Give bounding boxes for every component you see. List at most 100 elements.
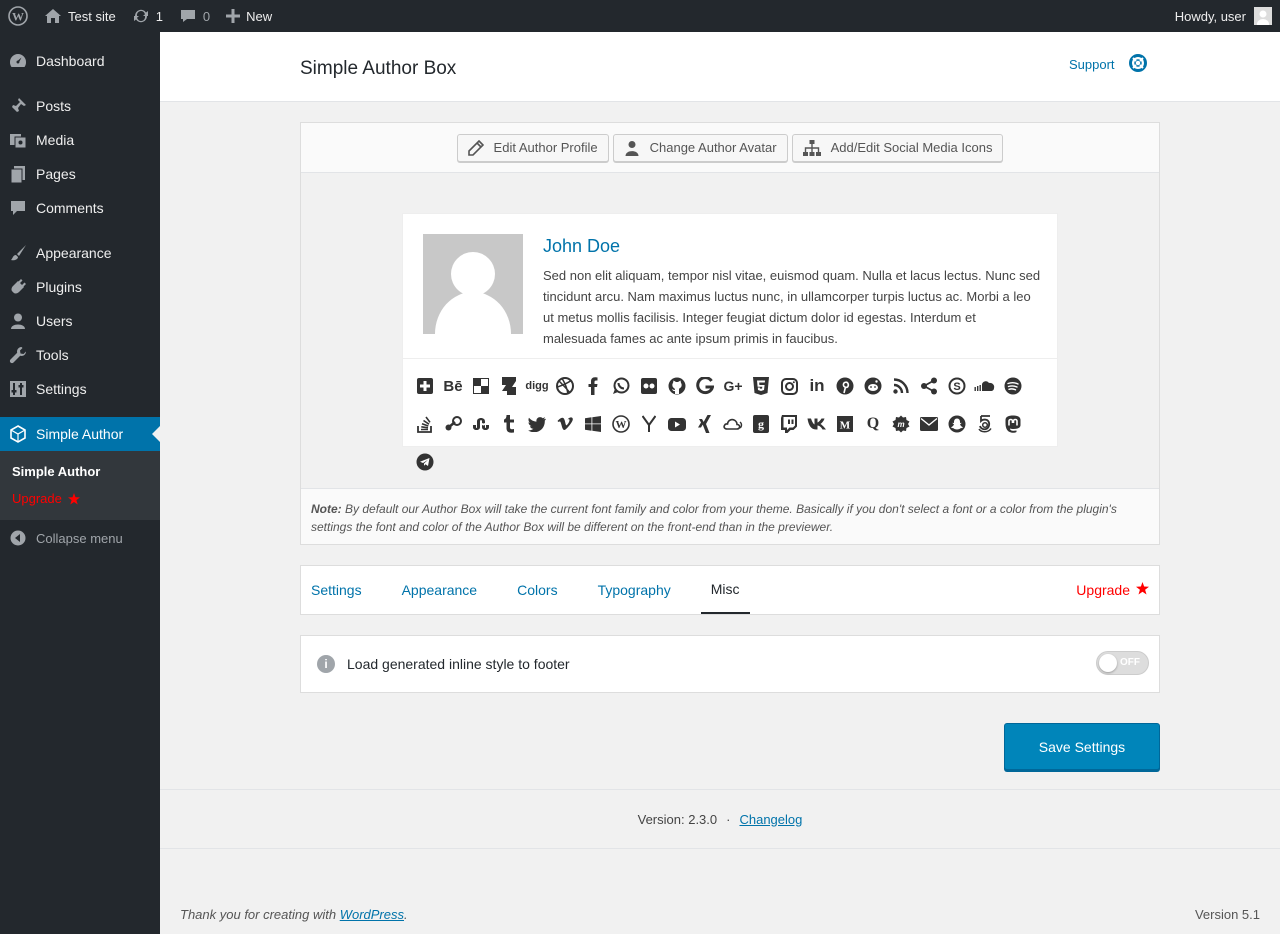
sidebar-item-tools[interactable]: Tools: [0, 338, 160, 372]
sidebar-item-media[interactable]: Media: [0, 123, 160, 157]
sidebar-item-posts[interactable]: Posts: [0, 89, 160, 123]
collapse-menu-button[interactable]: Collapse menu: [0, 521, 160, 555]
google-plus-icon[interactable]: G+: [719, 367, 747, 405]
twitch-icon[interactable]: [775, 405, 803, 443]
comments-count: 0: [202, 8, 211, 24]
sidebar-item-dashboard[interactable]: Dashboard: [0, 44, 160, 78]
wordpress-logo-icon[interactable]: W: [0, 0, 36, 32]
support-link[interactable]: Support: [1069, 54, 1147, 75]
preview-toolbar: Edit Author Profile Change Author Avatar…: [301, 123, 1159, 173]
sidebar-item-appearance[interactable]: Appearance: [0, 236, 160, 270]
sidebar-label: Media: [36, 132, 75, 148]
tab-upgrade[interactable]: Upgrade: [1076, 566, 1159, 614]
windows-icon[interactable]: [579, 405, 607, 443]
sidebar-item-users[interactable]: Users: [0, 304, 160, 338]
pinterest-icon[interactable]: [831, 367, 859, 405]
comments-link[interactable]: 0: [171, 0, 218, 32]
share-icon[interactable]: [915, 367, 943, 405]
instagram-icon[interactable]: [775, 367, 803, 405]
sidebar-item-pages[interactable]: Pages: [0, 157, 160, 191]
add-icon[interactable]: [411, 367, 439, 405]
tab-appearance[interactable]: Appearance: [392, 566, 488, 614]
updates-link[interactable]: 1: [124, 0, 171, 32]
rss-icon[interactable]: [887, 367, 915, 405]
soundcloud-icon[interactable]: [971, 367, 999, 405]
tab-colors[interactable]: Colors: [507, 566, 567, 614]
svg-text:W: W: [12, 10, 24, 24]
twitter-icon[interactable]: [523, 405, 551, 443]
meetup-icon[interactable]: m: [887, 405, 915, 443]
tab-misc[interactable]: Misc: [700, 566, 750, 614]
stumbleupon-icon[interactable]: [467, 405, 495, 443]
steam-icon[interactable]: [439, 405, 467, 443]
flickr-icon[interactable]: [635, 367, 663, 405]
save-settings-button[interactable]: Save Settings: [1004, 723, 1160, 770]
tumblr-icon[interactable]: [495, 405, 523, 443]
spotify-icon[interactable]: [999, 367, 1027, 405]
whatsapp-icon[interactable]: [607, 367, 635, 405]
add-edit-social-icons-button[interactable]: Add/Edit Social Media Icons: [791, 133, 1004, 162]
html5-icon[interactable]: [747, 367, 775, 405]
mastodon-icon[interactable]: [999, 405, 1027, 443]
delicious-icon[interactable]: [467, 367, 495, 405]
changelog-link[interactable]: Changelog: [739, 812, 802, 827]
vk-icon[interactable]: [803, 405, 831, 443]
sidebar-label: Settings: [36, 381, 87, 397]
new-content-link[interactable]: New: [218, 0, 280, 32]
facebook-icon[interactable]: [579, 367, 607, 405]
inline-style-footer-label: Load generated inline style to footer: [347, 656, 570, 672]
submenu-item-upgrade[interactable]: Upgrade: [0, 485, 160, 512]
stackoverflow-icon[interactable]: [411, 405, 439, 443]
sidebar-item-settings[interactable]: Settings: [0, 372, 160, 406]
site-name-link[interactable]: Test site: [36, 0, 124, 32]
medium-icon[interactable]: M: [831, 405, 859, 443]
settings-tabs: Settings Appearance Colors Typography Mi…: [300, 565, 1160, 615]
brush-icon: [8, 243, 28, 263]
mixcloud-icon[interactable]: [719, 405, 747, 443]
linkedin-icon[interactable]: in: [803, 367, 831, 405]
xing-icon[interactable]: [691, 405, 719, 443]
note-text: By default our Author Box will take the …: [311, 502, 1117, 534]
skype-icon[interactable]: S: [943, 367, 971, 405]
google-icon[interactable]: [691, 367, 719, 405]
sidebar-item-simple-author[interactable]: Simple Author: [0, 417, 160, 451]
wp-version: Version 5.1: [1194, 907, 1260, 922]
quora-icon[interactable]: Q: [859, 405, 887, 443]
admin-sidebar: Dashboard Posts Media Pages Comments App…: [0, 32, 160, 934]
snapchat-icon[interactable]: [943, 405, 971, 443]
email-icon[interactable]: [915, 405, 943, 443]
user-avatar-icon: [1254, 7, 1272, 25]
author-name-link[interactable]: John Doe: [543, 236, 620, 257]
deviantart-icon[interactable]: [495, 367, 523, 405]
lifebuoy-icon: [1128, 54, 1147, 75]
change-author-avatar-button[interactable]: Change Author Avatar: [612, 133, 788, 162]
my-account[interactable]: Howdy, user: [1175, 7, 1280, 25]
github-icon[interactable]: [663, 367, 691, 405]
submenu-item-simple-author[interactable]: Simple Author: [0, 458, 160, 485]
dashboard-icon: [8, 51, 28, 71]
tab-settings[interactable]: Settings: [301, 566, 372, 614]
sidebar-item-plugins[interactable]: Plugins: [0, 270, 160, 304]
updates-count: 1: [155, 8, 163, 24]
goodreads-icon[interactable]: g: [747, 405, 775, 443]
edit-author-profile-button[interactable]: Edit Author Profile: [456, 133, 609, 162]
wordpress-icon[interactable]: W: [607, 405, 635, 443]
behance-icon[interactable]: Bē: [439, 367, 467, 405]
youtube-icon[interactable]: [663, 405, 691, 443]
info-icon[interactable]: i: [317, 655, 335, 673]
reddit-icon[interactable]: [859, 367, 887, 405]
tab-typography[interactable]: Typography: [588, 566, 681, 614]
dribbble-icon[interactable]: [551, 367, 579, 405]
yahoo-icon[interactable]: [635, 405, 663, 443]
500px-icon[interactable]: [971, 405, 999, 443]
simple-author-submenu: Simple Author Upgrade: [0, 451, 160, 520]
telegram-icon[interactable]: [411, 443, 439, 481]
sitemap-icon: [802, 139, 821, 156]
inline-style-footer-toggle[interactable]: OFF: [1096, 651, 1149, 675]
sidebar-item-comments[interactable]: Comments: [0, 191, 160, 225]
digg-icon[interactable]: digg: [523, 367, 551, 405]
wordpress-link[interactable]: WordPress: [340, 907, 404, 922]
sidebar-label: Tools: [36, 347, 69, 363]
comments-icon: [8, 198, 28, 218]
vimeo-icon[interactable]: [551, 405, 579, 443]
